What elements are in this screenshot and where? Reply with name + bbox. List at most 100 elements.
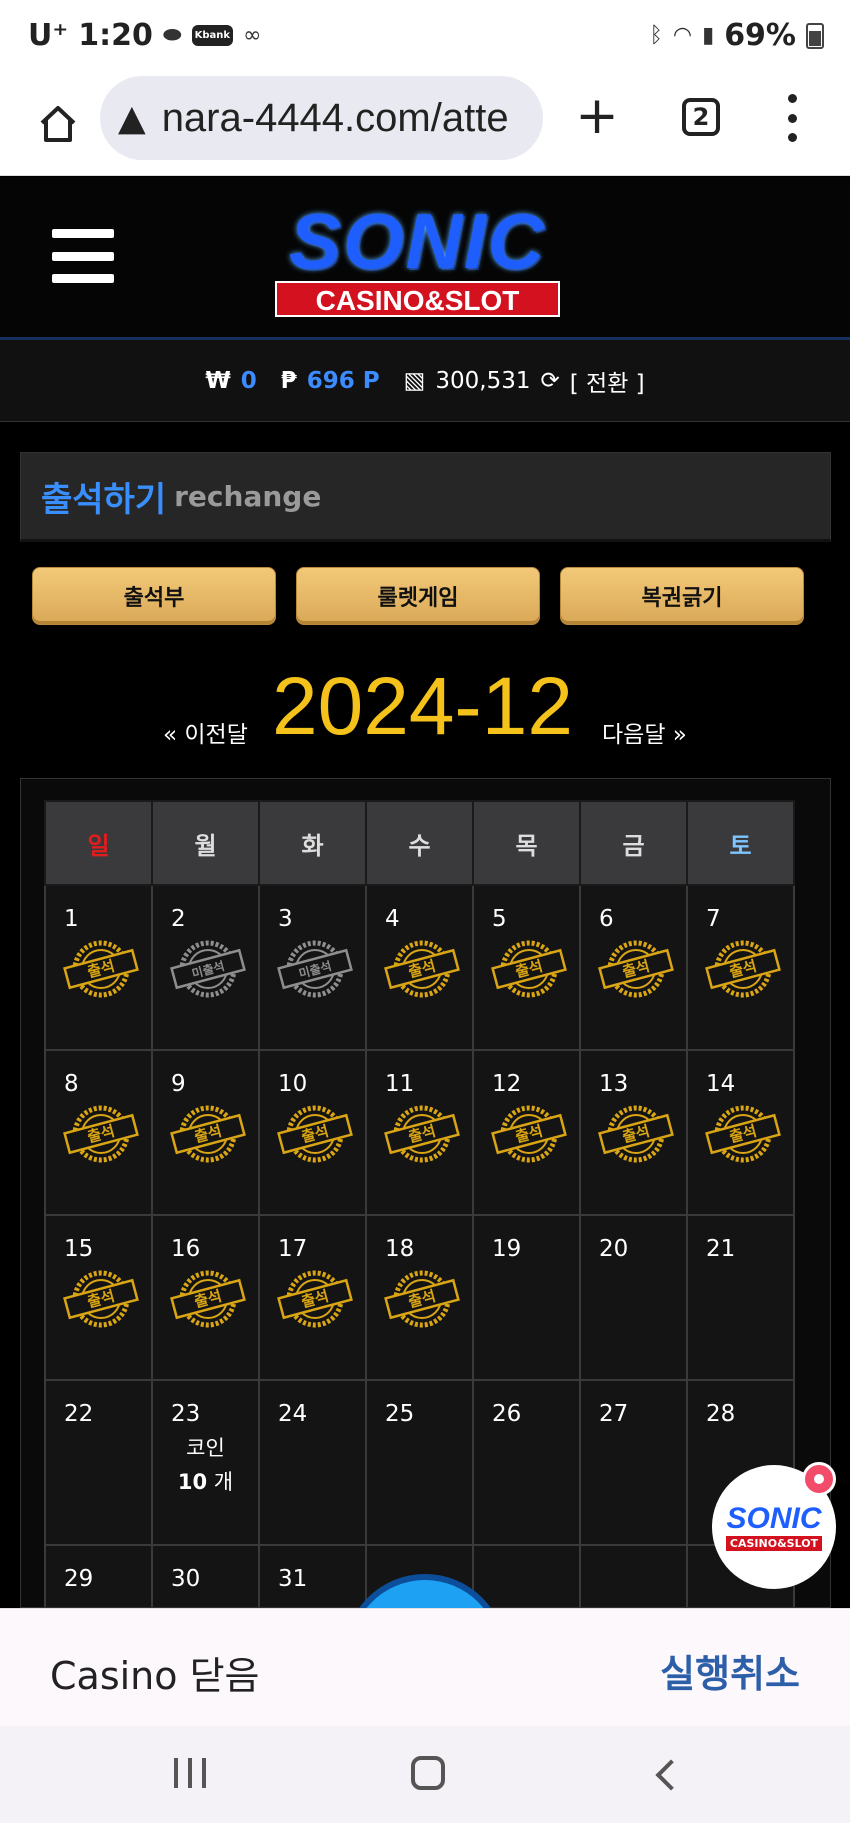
- weekday-header: 수: [365, 800, 474, 886]
- browser-toolbar: ▲ nara-4444.com/atte + 2: [0, 76, 850, 176]
- calendar-day-cell: 16 출석: [151, 1214, 260, 1381]
- page-title-panel: 출석하기 rechange: [20, 452, 831, 542]
- action-buttons: 출석부 룰렛게임 복권긁기: [32, 567, 804, 625]
- new-tab-button[interactable]: +: [572, 86, 622, 146]
- calendar-day-cell: 3 미출석: [258, 884, 367, 1051]
- calendar-day-cell: 10 출석: [258, 1049, 367, 1216]
- recent-apps-button[interactable]: [174, 1758, 206, 1788]
- home-button[interactable]: [28, 94, 88, 154]
- day-number: 4: [385, 906, 400, 932]
- address-bar[interactable]: ▲ nara-4444.com/atte: [100, 76, 543, 160]
- undo-button[interactable]: 실행취소: [660, 1643, 800, 1698]
- calendar-day-cell: 19: [472, 1214, 581, 1381]
- pill-icon: ⬬: [162, 23, 182, 48]
- system-home-button[interactable]: [411, 1756, 445, 1790]
- status-bar: U⁺ 1:20 ⬬ Kbank ∞ ᛒ ◠ ▮ 69%: [0, 0, 850, 76]
- signal-icon: ▮: [702, 23, 715, 48]
- snackbar-message: Casino 닫음: [50, 1654, 260, 1698]
- float-logo-main: SONIC: [726, 1501, 822, 1535]
- day-number: 31: [278, 1566, 308, 1592]
- calendar-day-cell: 31: [258, 1544, 367, 1607]
- calendar-day-cell: 8 출석: [44, 1049, 153, 1216]
- attended-stamp-icon: 출석: [597, 938, 675, 1000]
- attended-stamp-icon: 출석: [169, 1268, 247, 1330]
- calendar-day-cell: [579, 1544, 688, 1607]
- attended-stamp-icon: 출석: [62, 938, 140, 1000]
- tab-switcher-button[interactable]: 2: [682, 98, 720, 136]
- day-number: 12: [492, 1071, 522, 1097]
- next-month-link[interactable]: 다음달 »: [602, 715, 687, 749]
- day-number: 22: [64, 1401, 94, 1427]
- attended-stamp-icon: 출석: [490, 1103, 568, 1165]
- day-number: 28: [706, 1401, 736, 1427]
- snackbar: Casino 닫음 실행취소: [0, 1608, 850, 1726]
- calendar-day-cell: 17 출석: [258, 1214, 367, 1381]
- day-number: 17: [278, 1236, 308, 1262]
- chip-icon: ▧: [403, 367, 426, 394]
- menu-icon[interactable]: [52, 229, 114, 283]
- calendar-day-cell: 30: [151, 1544, 260, 1607]
- day-number: 15: [64, 1236, 94, 1262]
- coin-amount: 10: [177, 1470, 208, 1494]
- page-subtitle: rechange: [174, 479, 322, 513]
- calendar-day-cell: 14 출석: [686, 1049, 795, 1216]
- calendar-day-cell: 22: [44, 1379, 153, 1546]
- attended-stamp-icon: 출석: [383, 1268, 461, 1330]
- calendar-day-cell: 18 출석: [365, 1214, 474, 1381]
- calendar-day-cell: 9 출석: [151, 1049, 260, 1216]
- wifi-icon: ◠: [672, 23, 693, 48]
- attended-stamp-icon: 출석: [383, 1103, 461, 1165]
- weekday-header: 토: [686, 800, 795, 886]
- calendar-day-cell: 26: [472, 1379, 581, 1546]
- day-number: 16: [171, 1236, 201, 1262]
- day-number: 6: [599, 906, 614, 932]
- day-number: 14: [706, 1071, 736, 1097]
- weekday-header: 일: [44, 800, 153, 886]
- day-number: 23: [171, 1401, 201, 1427]
- attended-stamp-icon: 출석: [597, 1103, 675, 1165]
- day-number: 8: [64, 1071, 79, 1097]
- convert-link[interactable]: [ 전환 ]: [570, 364, 645, 398]
- attendance-button[interactable]: 출석부: [32, 567, 276, 625]
- chip-balance: 300,531: [435, 367, 531, 394]
- weekday-header: 화: [258, 800, 367, 886]
- system-nav-bar: [0, 1726, 850, 1823]
- current-month: 2024-12: [272, 661, 573, 752]
- day-number: 20: [599, 1236, 629, 1262]
- sonic-logo[interactable]: SONIC CASINO&SLOT: [245, 201, 590, 321]
- weekday-header: 목: [472, 800, 581, 886]
- back-button[interactable]: [655, 1759, 687, 1791]
- day-number: 27: [599, 1401, 629, 1427]
- calendar-panel: 일월화수목금토 1 출석 2 미출석 3 미출석 4 출석 5 출석 6 출석 7 출석 8 출석 9 출석 10 출…: [20, 778, 831, 1608]
- home-icon: [40, 106, 76, 142]
- clock: 1:20: [78, 18, 153, 53]
- coin-unit: 개: [213, 1470, 234, 1494]
- calendar-day-cell: 23 코인 10 개: [151, 1379, 260, 1546]
- calendar-day-cell: 15 출석: [44, 1214, 153, 1381]
- point-balance: 696 P: [306, 367, 380, 394]
- month-navigation: « 이전달 2024-12 다음달 »: [0, 660, 850, 760]
- attended-stamp-icon: 출석: [383, 938, 461, 1000]
- logo-main-text: SONIC: [288, 197, 547, 285]
- weekday-header: 금: [579, 800, 688, 886]
- roulette-button[interactable]: 룰렛게임: [296, 567, 540, 625]
- prev-month-link[interactable]: « 이전달: [163, 715, 248, 749]
- attended-stamp-icon: 출석: [169, 1103, 247, 1165]
- calendar-day-cell: 20: [579, 1214, 688, 1381]
- day-number: 2: [171, 906, 186, 932]
- calendar-day-cell: 7 출석: [686, 884, 795, 1051]
- calendar-week-row: 15 출석 16 출석 17 출석 18 출석 19 20 21: [44, 1214, 795, 1381]
- calendar-week-row: 1 출석 2 미출석 3 미출석 4 출석 5 출석 6 출석 7 출석: [44, 884, 795, 1051]
- missed-stamp-icon: 미출석: [276, 938, 354, 1000]
- weekday-header-row: 일월화수목금토: [44, 800, 795, 886]
- attended-stamp-icon: 출석: [62, 1103, 140, 1165]
- balance-bar: ₩ 0 ₱ 696 P ▧ 300,531 ⟳ [ 전환 ]: [0, 340, 850, 422]
- notification-badge[interactable]: [802, 1462, 836, 1496]
- attended-stamp-icon: 출석: [62, 1268, 140, 1330]
- page-title: 출석하기: [41, 479, 167, 520]
- attended-stamp-icon: 출석: [490, 938, 568, 1000]
- lottery-button[interactable]: 복권긁기: [560, 567, 804, 625]
- missed-stamp-icon: 미출석: [169, 938, 247, 1000]
- refresh-icon[interactable]: ⟳: [540, 368, 559, 394]
- more-menu-button[interactable]: [782, 94, 802, 142]
